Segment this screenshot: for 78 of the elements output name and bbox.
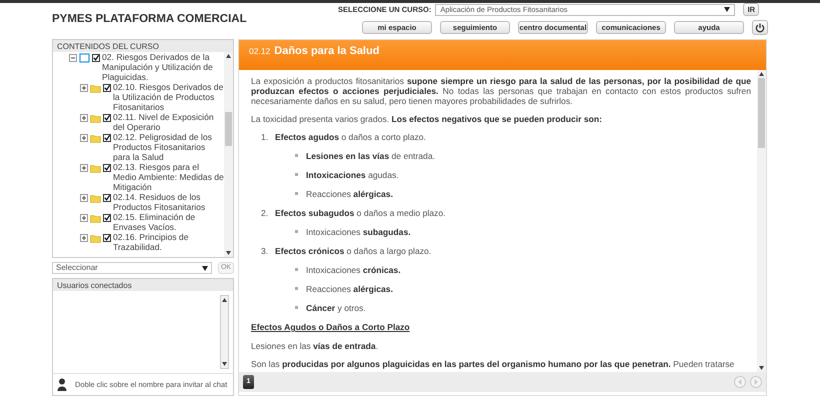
site-title: PYMES PLATAFORMA COMERCIAL — [52, 12, 247, 27]
bullet-icon — [295, 306, 298, 310]
bullet-icon — [295, 230, 298, 234]
scroll-down-icon[interactable] — [226, 251, 231, 255]
bullet-icon — [295, 154, 298, 158]
expand-icon[interactable] — [80, 194, 88, 202]
list-item: Intoxicaciones crónicas. — [306, 265, 401, 275]
bullet-icon — [295, 287, 298, 290]
scroll-up-icon[interactable] — [226, 54, 231, 58]
paragraph: La exposición a productos fitosanitarios supone siempre un riesgo para la salud de las personas, por la posibilidad de que produzcan efectos o acciones perjudiciales. No todas las personas que trabajan en contacto con estos productos sufren necesariamente daños en su salud, pero tienen mayores probabilidades de sufrirlos. — [251, 76, 751, 106]
scroll-thumb[interactable] — [225, 112, 232, 146]
caret-icon — [202, 266, 208, 270]
checkbox[interactable] — [103, 84, 111, 92]
panel-title: CONTENIDOS DEL CURSO — [53, 40, 233, 52]
folder-icon — [90, 133, 101, 143]
bullet-icon — [295, 173, 298, 176]
checkbox[interactable] — [103, 114, 111, 122]
folder-icon — [90, 233, 101, 243]
section-heading: Efectos Agudos o Daños a Corto Plazo — [251, 322, 411, 332]
expand-icon[interactable] — [80, 164, 88, 172]
paragraph: La toxicidad presenta varios grados. Los efectos negativos que se pueden producir son: — [251, 114, 604, 124]
expand-icon[interactable] — [80, 134, 88, 142]
list-item: Efectos crónicos o daños a largo plazo. — [275, 246, 432, 256]
expand-icon[interactable] — [80, 114, 88, 122]
scrollbar[interactable] — [220, 295, 229, 369]
bullet-icon — [295, 192, 298, 196]
module-select[interactable]: Seleccionar — [52, 262, 212, 274]
folder-icon — [90, 113, 101, 123]
bullet-icon — [295, 268, 298, 272]
expand-icon[interactable] — [80, 214, 88, 222]
list-item: Intoxicaciones subagudas. — [306, 227, 411, 237]
list-item: Cáncer y otros. — [306, 303, 366, 313]
scroll-up-icon[interactable] — [222, 298, 227, 302]
list-number: 3. — [261, 246, 270, 256]
checkbox[interactable] — [103, 164, 111, 172]
tree-item[interactable]: 02.12. Peligrosidad de los Productos Fitosanitarios para la Salud — [113, 132, 224, 162]
list-number: 1. — [261, 132, 270, 142]
scroll-down-icon[interactable] — [759, 366, 764, 370]
checkbox[interactable] — [103, 234, 111, 242]
tree-item[interactable]: 02.11. Nivel de Exposición del Operario — [113, 112, 224, 132]
folder-icon — [90, 163, 101, 173]
tree-item[interactable]: 02.16. Principios de Trazabilidad. — [113, 232, 224, 252]
list-item: Efectos subagudos o daños a medio plazo. — [275, 208, 446, 218]
tree-item[interactable]: 02.10. Riesgos Derivados de la Utilización de Productos Fitosanitarios — [113, 82, 224, 112]
tree-item[interactable]: 02.14. Residuos de los Productos Fitosanitarios — [113, 192, 224, 212]
list-number: 2. — [261, 208, 270, 218]
paragraph: Lesiones en las vías de entrada. — [251, 341, 380, 351]
list-item: Lesiones en las vías de entrada. — [306, 151, 435, 161]
scroll-thumb[interactable] — [758, 78, 765, 148]
list-item: Efectos agudos o daños a corto plazo. — [275, 132, 426, 142]
power-button[interactable] — [752, 20, 768, 35]
scroll-down-icon[interactable] — [222, 362, 227, 366]
collapse-icon[interactable] — [69, 54, 77, 62]
checkbox[interactable] — [103, 214, 111, 222]
caret-icon — [724, 7, 730, 12]
folder-icon — [90, 193, 101, 203]
tree-item[interactable]: 02.15. Eliminación de Envases Vacíos. — [113, 212, 224, 232]
panel-title: Usuarios conectados — [53, 279, 233, 291]
scroll-up-icon[interactable] — [759, 72, 764, 76]
checkbox[interactable] — [103, 134, 111, 142]
checkbox[interactable] — [103, 194, 111, 202]
folder-icon — [90, 83, 101, 93]
expand-icon[interactable] — [80, 234, 88, 242]
tree-item[interactable]: 02. Riesgos Derivados de la Manipulación y Utilización de Plaguicidas. — [102, 52, 224, 82]
list-item: Reacciones alérgicas. — [306, 284, 393, 294]
page-icon — [79, 53, 90, 63]
folder-icon — [90, 213, 101, 223]
person-icon — [57, 378, 67, 391]
scrollbar[interactable] — [224, 52, 233, 257]
paragraph: Son las producidas por algunos plaguicidas en las partes del organismo humano por las que penetran. Pueden tratarse — [251, 359, 736, 369]
list-item: Reacciones alérgicas. — [306, 189, 393, 199]
section-number: 02.12 — [249, 45, 270, 58]
checkbox[interactable] — [92, 54, 100, 62]
list-item: Intoxicaciones agudas. — [306, 170, 399, 180]
scrollbar[interactable] — [757, 70, 766, 372]
section-title: Daños para la Salud — [274, 44, 380, 59]
expand-icon[interactable] — [80, 84, 88, 92]
tree-item[interactable]: 02.13. Riesgos para el Medio Ambiente: Medidas de Mitigación — [113, 162, 224, 192]
